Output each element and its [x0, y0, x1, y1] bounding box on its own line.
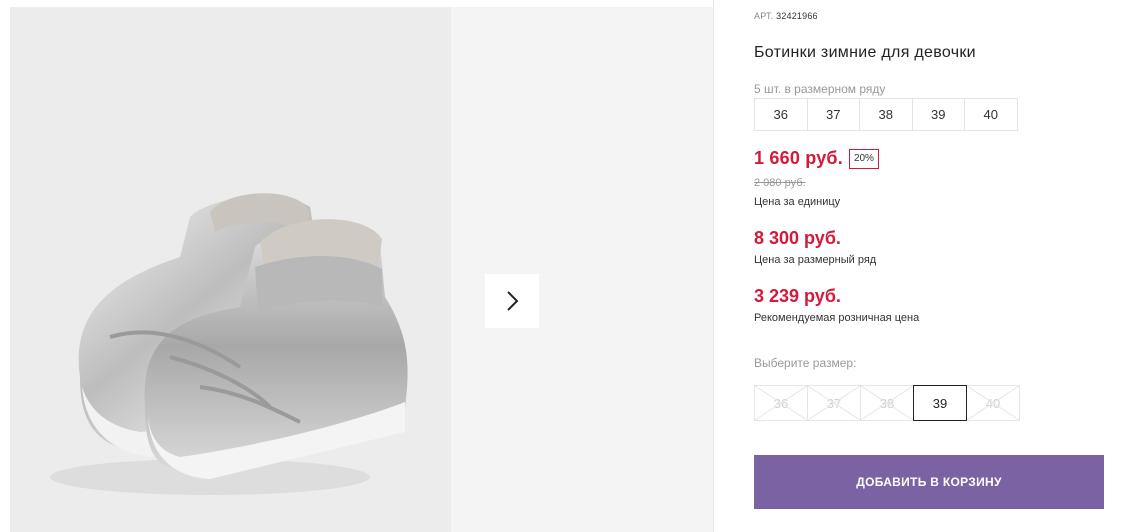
- size-option-40: 40: [966, 385, 1020, 421]
- product-gallery: [10, 7, 713, 532]
- retail-price: 3 239 руб.: [754, 286, 841, 306]
- size-run-cell: 40: [964, 98, 1018, 131]
- article-number: АРТ. 32421966: [754, 11, 818, 21]
- unit-price-label: Цена за единицу: [754, 196, 841, 208]
- size-run-cell: 37: [806, 98, 860, 131]
- next-photo-preview[interactable]: [451, 7, 713, 532]
- size-run-table: 36 37 38 39 40: [754, 98, 1018, 131]
- boots-image: [50, 193, 408, 495]
- size-run-label: 5 шт. в размерном ряду: [754, 82, 886, 96]
- size-option-36: 36: [754, 385, 808, 421]
- next-photo-button[interactable]: [485, 274, 539, 328]
- discount-badge: 20%: [848, 148, 879, 169]
- size-run-cell: 36: [754, 98, 808, 131]
- unavailable-cross-icon: [861, 386, 913, 420]
- size-label: 39: [932, 395, 948, 411]
- size-option-39[interactable]: 39: [913, 385, 967, 421]
- size-run-cell: 39: [911, 98, 965, 131]
- product-title: Ботинки зимние для девочки: [754, 44, 976, 61]
- product-photo[interactable]: [10, 7, 451, 532]
- old-price: 2 080 руб.: [754, 177, 806, 189]
- run-price: 8 300 руб.: [754, 228, 841, 248]
- panel-divider: [713, 0, 714, 532]
- size-selector: 36 37 38 39 40: [754, 385, 1020, 421]
- article-value: 32421966: [776, 11, 818, 21]
- chevron-right-icon: [507, 291, 519, 311]
- size-run-cell: 38: [859, 98, 913, 131]
- unavailable-cross-icon: [755, 386, 807, 420]
- size-option-37: 37: [807, 385, 861, 421]
- size-option-38: 38: [860, 385, 914, 421]
- unit-price: 1 660 руб.: [754, 148, 843, 168]
- run-price-label: Цена за размерный ряд: [754, 254, 877, 266]
- retail-price-label: Рекомендуемая розничная цена: [754, 312, 920, 324]
- unavailable-cross-icon: [808, 386, 860, 420]
- article-label: АРТ.: [754, 11, 774, 21]
- choose-size-label: Выберите размер:: [754, 356, 857, 370]
- unavailable-cross-icon: [967, 386, 1019, 420]
- product-info-panel: АРТ. 32421966 Ботинки зимние для девочки…: [754, 0, 1114, 532]
- unit-price-row: 1 660 руб. 20%: [754, 148, 879, 169]
- add-to-cart-button[interactable]: ДОБАВИТЬ В КОРЗИНУ: [754, 455, 1104, 509]
